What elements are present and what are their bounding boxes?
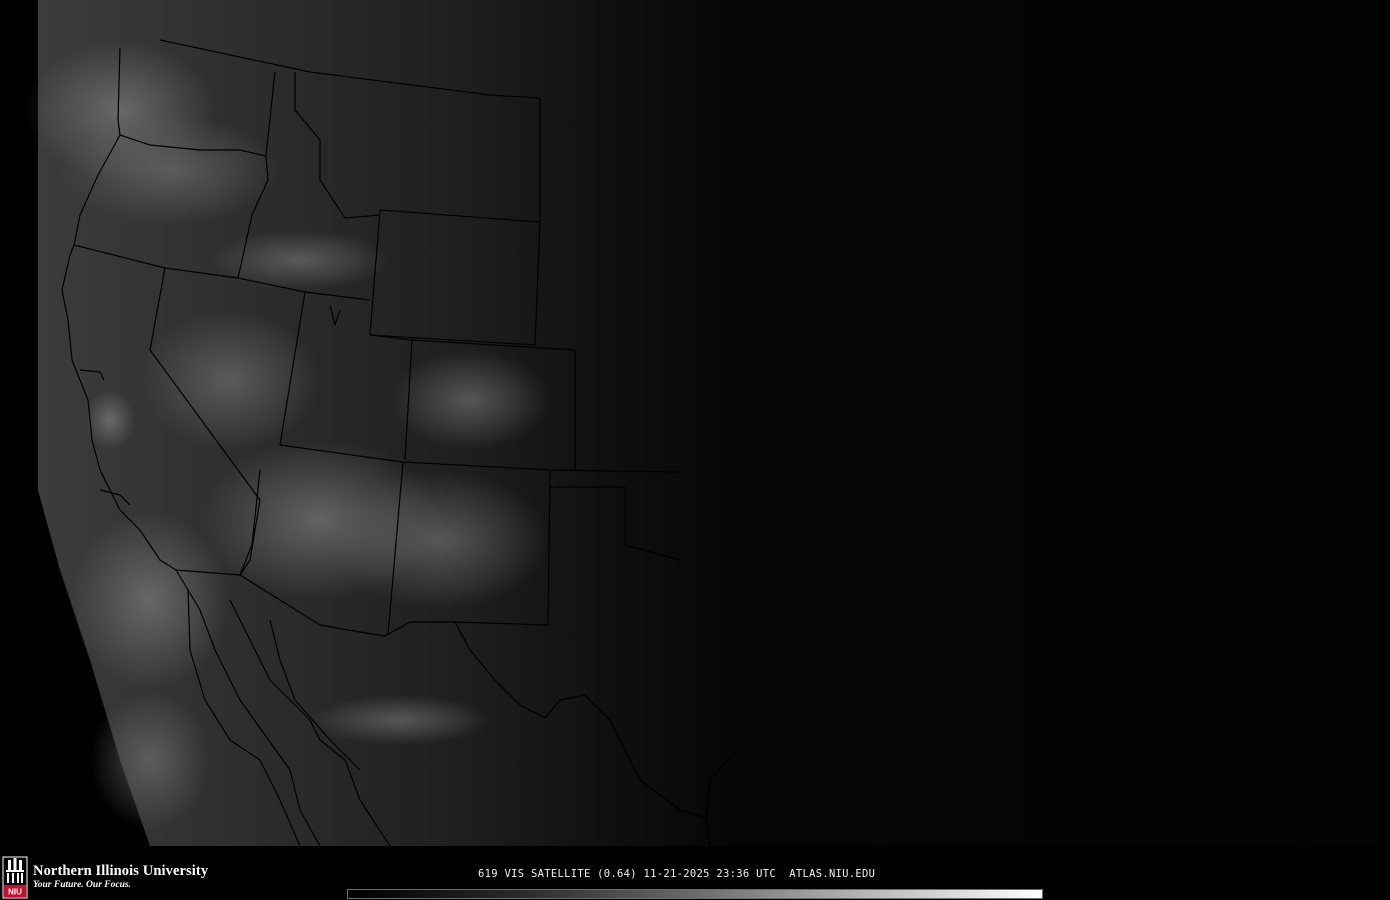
university-tagline: Your Future. Our Focus. [33,880,131,890]
niu-logo[interactable]: NIU Northern Illinois University Your Fu… [0,856,240,900]
niu-seal-icon: NIU [2,856,28,899]
image-caption: 619 VIS SATELLITE (0.64) 11-21-2025 23:3… [478,868,876,880]
university-name: Northern Illinois University [33,863,209,879]
logo-letters: NIU [8,888,22,897]
satellite-map [0,0,1390,846]
footer-bar: NIU Northern Illinois University Your Fu… [0,846,1390,900]
satellite-image [25,0,1378,846]
grayscale-colorbar [347,889,1043,899]
